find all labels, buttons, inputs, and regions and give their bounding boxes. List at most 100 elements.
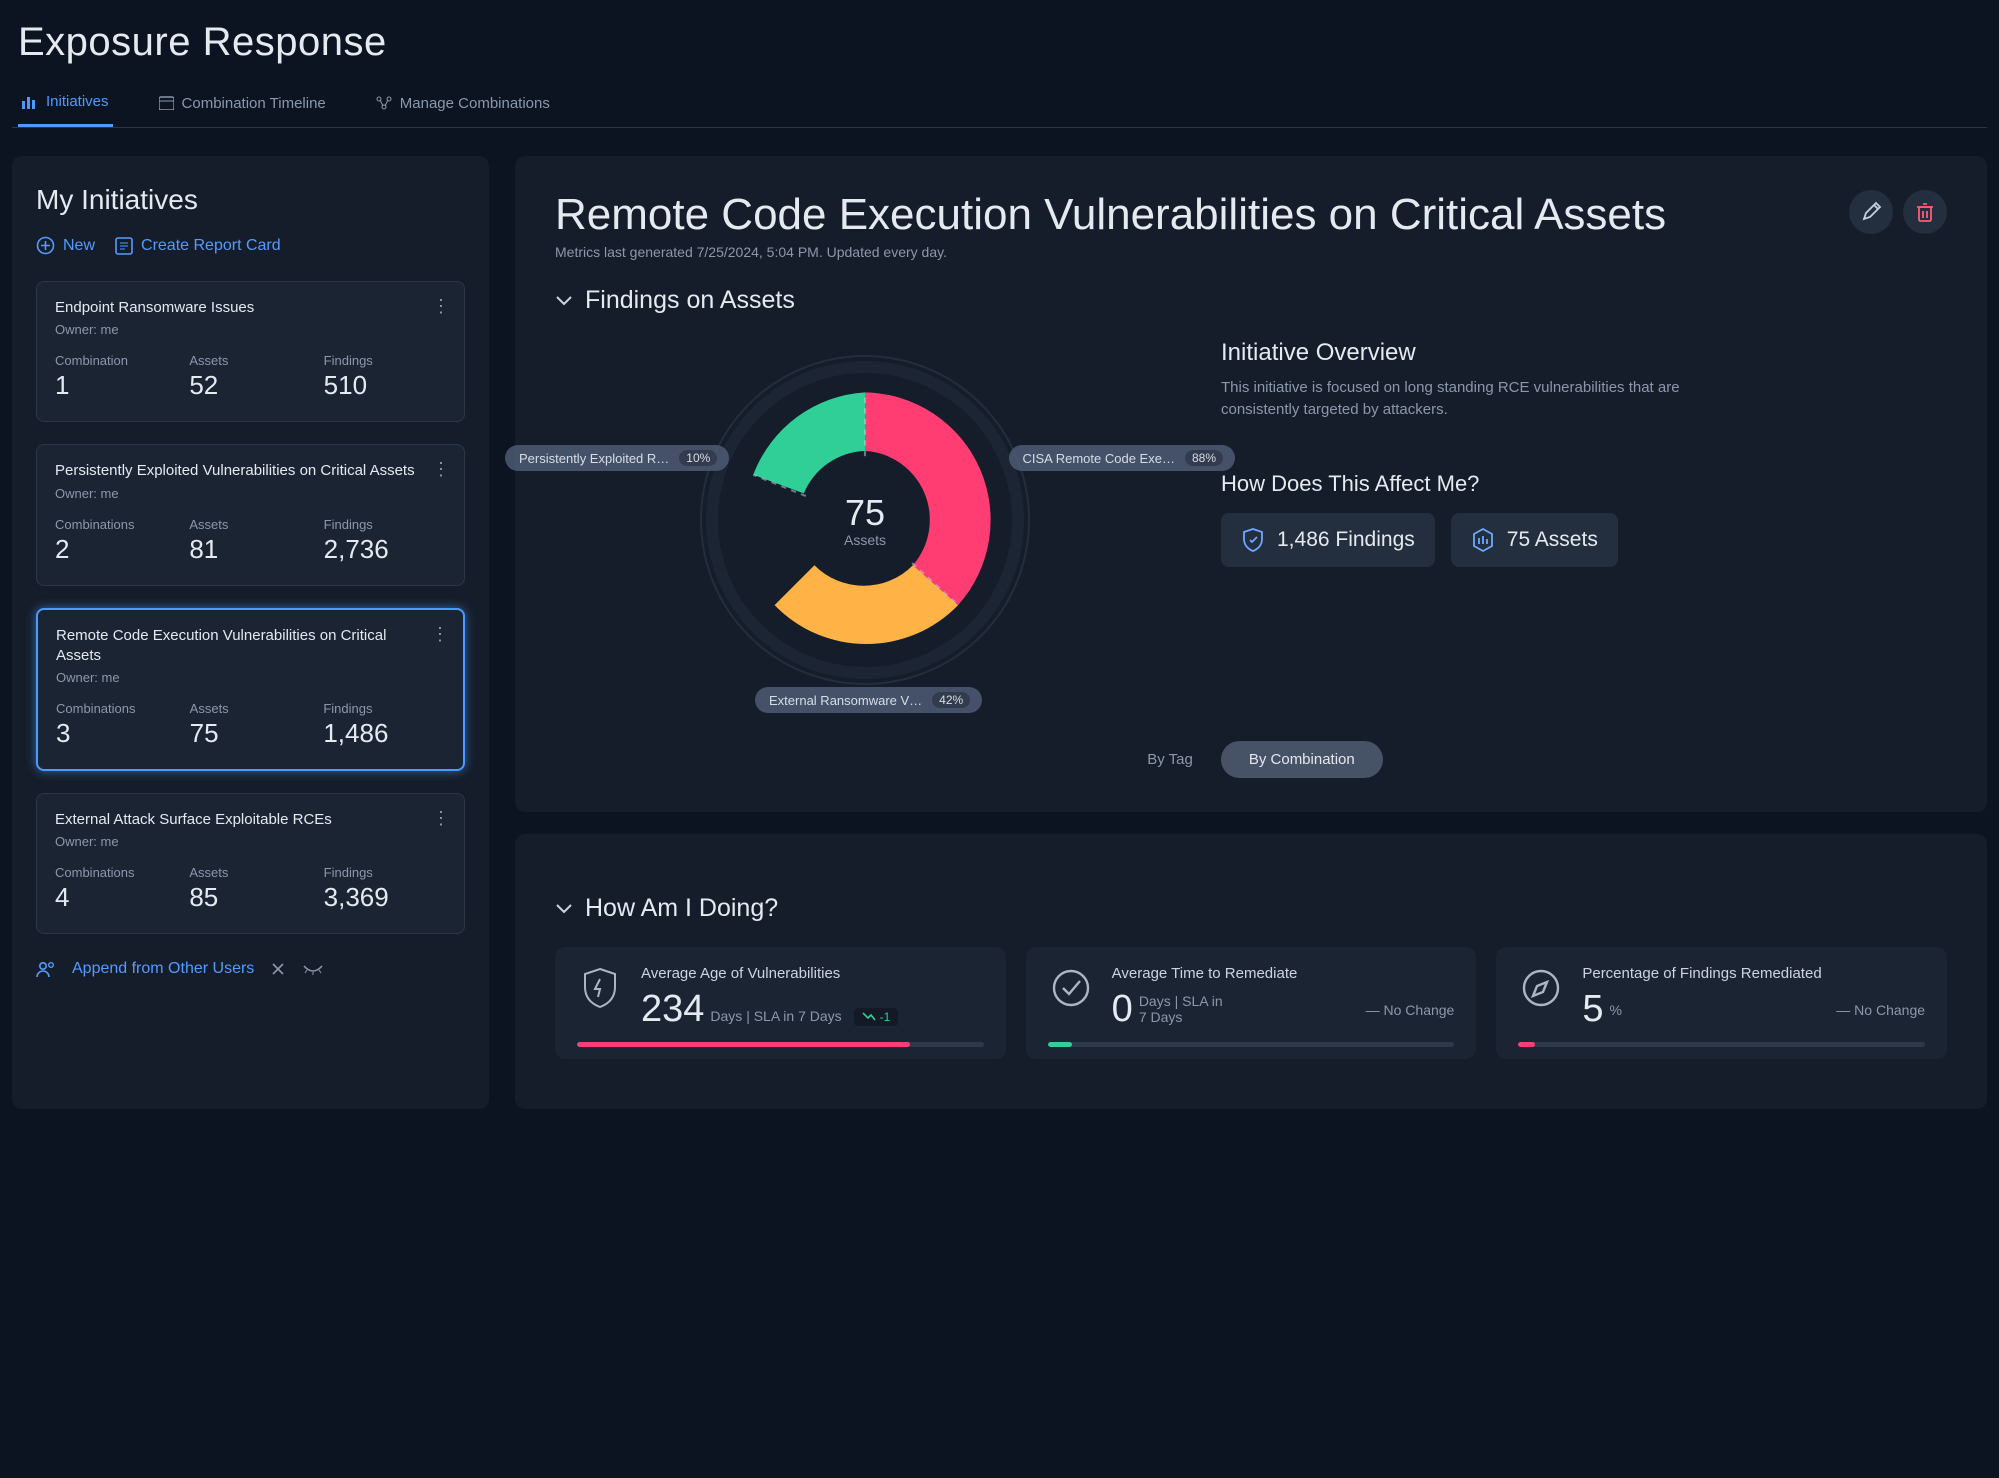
metric-value: 5 — [1582, 988, 1603, 1031]
compass-icon — [1518, 965, 1564, 1011]
assets-pill[interactable]: 75 Assets — [1451, 513, 1618, 567]
chart-label-pct: 88% — [1185, 450, 1223, 466]
metric-unit: Days | SLA in 7 Days — [710, 1008, 841, 1024]
bars-icon — [22, 95, 38, 109]
toggle-by-tag[interactable]: By Tag — [1119, 741, 1221, 778]
chart-label-cisa[interactable]: CISA Remote Code Exe… 88% — [1009, 445, 1236, 471]
metric-avg-age[interactable]: Average Age of Vulnerabilities 234 Days … — [555, 947, 1006, 1059]
overview-text: This initiative is focused on long stand… — [1221, 377, 1741, 421]
stat-label: Assets — [189, 517, 311, 532]
chart-label-pct: 42% — [932, 692, 970, 708]
chart-label-text: CISA Remote Code Exe… — [1023, 451, 1175, 466]
card-owner: Owner: me — [56, 670, 445, 685]
how-title: How Am I Doing? — [585, 894, 778, 923]
report-icon — [115, 237, 133, 255]
stat-label: Findings — [324, 865, 446, 880]
tab-initiatives[interactable]: Initiatives — [18, 83, 113, 127]
metric-change: — No Change — [1836, 1002, 1925, 1018]
stat-value: 3,369 — [324, 882, 446, 913]
stat-value: 85 — [189, 882, 311, 913]
chart-label-pct: 10% — [679, 450, 717, 466]
chart-label-text: External Ransomware V… — [769, 693, 922, 708]
metric-unit: % — [1609, 1002, 1621, 1018]
overview-title: Initiative Overview — [1221, 339, 1947, 367]
card-title: Persistently Exploited Vulnerabilities o… — [55, 461, 422, 481]
metric-pct-remediated[interactable]: Percentage of Findings Remediated 5 % — … — [1496, 947, 1947, 1059]
how-header[interactable]: How Am I Doing? — [555, 894, 1947, 923]
metric-time-remediate[interactable]: Average Time to Remediate 0 Days | SLA i… — [1026, 947, 1477, 1059]
initiative-card[interactable]: External Attack Surface Exploitable RCEs… — [36, 793, 465, 934]
stat-value: 2 — [55, 534, 177, 565]
stat-value: 75 — [190, 718, 312, 749]
findings-pill[interactable]: 1,486 Findings — [1221, 513, 1435, 567]
findings-pill-label: 1,486 Findings — [1277, 528, 1415, 552]
donut-chart: 75 Assets CISA Remote Code Exe… 88% Exte… — [555, 325, 1175, 685]
chart-toggle: By Tag By Combination — [555, 741, 1947, 778]
plus-circle-icon — [36, 236, 55, 255]
stat-label: Findings — [324, 517, 446, 532]
kebab-icon[interactable]: ⋮ — [432, 296, 450, 317]
stat-label: Combination — [55, 353, 177, 368]
donut-label: Assets — [844, 532, 886, 548]
tab-label: Initiatives — [46, 93, 109, 110]
metric-value: 234 — [641, 988, 704, 1031]
tab-manage-combinations[interactable]: Manage Combinations — [372, 83, 554, 127]
chart-label-text: Persistently Exploited R… — [519, 451, 669, 466]
eye-closed-icon[interactable] — [302, 962, 324, 976]
initiative-card[interactable]: Remote Code Execution Vulnerabilities on… — [36, 608, 465, 772]
card-title: Remote Code Execution Vulnerabilities on… — [56, 626, 421, 667]
stat-label: Findings — [324, 353, 446, 368]
stat-value: 81 — [189, 534, 311, 565]
metric-title: Percentage of Findings Remediated — [1582, 965, 1925, 982]
kebab-icon[interactable]: ⋮ — [432, 808, 450, 829]
page-title: Exposure Response — [18, 20, 1987, 65]
check-circle-icon — [1048, 965, 1094, 1011]
findings-on-assets-header[interactable]: Findings on Assets — [555, 286, 1947, 315]
stat-label: Assets — [189, 353, 311, 368]
new-label: New — [63, 237, 95, 255]
create-report-card-button[interactable]: Create Report Card — [115, 236, 281, 255]
append-other-users-button[interactable]: Append from Other Users — [72, 960, 254, 978]
stat-value: 2,736 — [324, 534, 446, 565]
stat-label: Combinations — [55, 517, 177, 532]
card-title: External Attack Surface Exploitable RCEs — [55, 810, 422, 830]
stat-value: 3 — [56, 718, 178, 749]
card-owner: Owner: me — [55, 486, 446, 501]
chart-label-external[interactable]: External Ransomware V… 42% — [755, 687, 982, 713]
how-panel: How Am I Doing? Average Age of Vulnerabi… — [515, 834, 1987, 1109]
stat-value: 4 — [55, 882, 177, 913]
metric-value: 0 — [1112, 988, 1133, 1031]
chart-label-persistent[interactable]: Persistently Exploited R… 10% — [505, 445, 729, 471]
section-title: Findings on Assets — [585, 286, 795, 315]
toggle-by-combination[interactable]: By Combination — [1221, 741, 1383, 778]
chevron-down-icon — [555, 295, 573, 307]
calendar-icon — [159, 96, 174, 110]
sidebar-footer: Append from Other Users — [36, 960, 465, 978]
metric-change: — No Change — [1366, 1002, 1455, 1018]
metric-bar — [577, 1042, 984, 1047]
donut-center: 75 Assets — [805, 460, 925, 580]
new-button[interactable]: New — [36, 236, 95, 255]
metric-delta: -1 — [854, 1008, 899, 1026]
kebab-icon[interactable]: ⋮ — [432, 459, 450, 480]
report-label: Create Report Card — [141, 237, 281, 255]
card-owner: Owner: me — [55, 834, 446, 849]
detail-title: Remote Code Execution Vulnerabilities on… — [555, 190, 1666, 240]
card-owner: Owner: me — [55, 322, 446, 337]
tab-combination-timeline[interactable]: Combination Timeline — [155, 83, 330, 127]
initiative-card[interactable]: Persistently Exploited Vulnerabilities o… — [36, 444, 465, 585]
metric-title: Average Time to Remediate — [1112, 965, 1455, 982]
edit-button[interactable] — [1849, 190, 1893, 234]
trend-down-icon — [862, 1012, 876, 1021]
initiative-detail-panel: Remote Code Execution Vulnerabilities on… — [515, 156, 1987, 812]
kebab-icon[interactable]: ⋮ — [431, 624, 449, 645]
chevron-down-icon — [555, 903, 573, 915]
assets-pill-label: 75 Assets — [1507, 528, 1598, 552]
affect-title: How Does This Affect Me? — [1221, 471, 1947, 497]
shield-icon — [1241, 527, 1265, 553]
metric-bar — [1518, 1042, 1925, 1047]
delete-button[interactable] — [1903, 190, 1947, 234]
close-icon[interactable] — [270, 961, 286, 977]
initiative-card[interactable]: Endpoint Ransomware IssuesOwner: me⋮Comb… — [36, 281, 465, 422]
shield-bolt-icon — [577, 965, 623, 1011]
